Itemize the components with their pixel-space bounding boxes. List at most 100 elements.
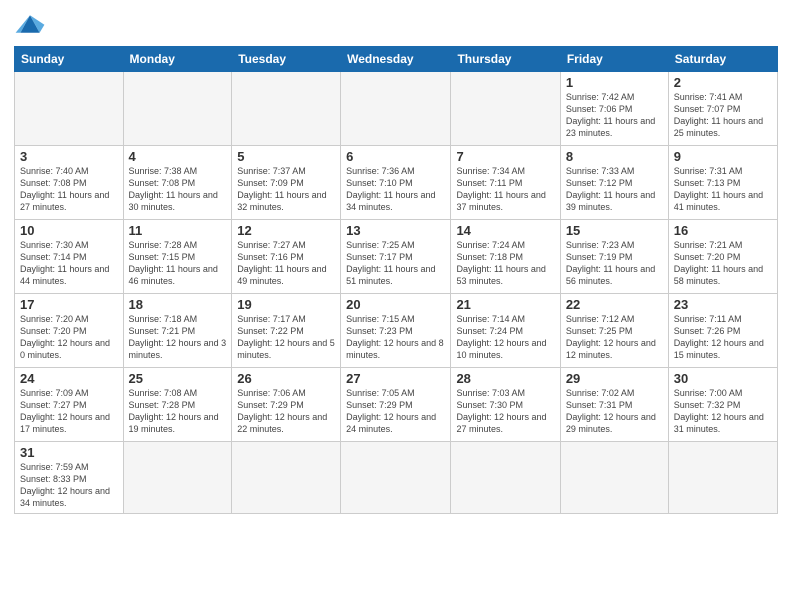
calendar-row-4: 24Sunrise: 7:09 AM Sunset: 7:27 PM Dayli…: [15, 368, 778, 442]
day-info: Sunrise: 7:31 AM Sunset: 7:13 PM Dayligh…: [674, 165, 772, 214]
calendar-cell: [232, 442, 341, 514]
calendar-cell: 22Sunrise: 7:12 AM Sunset: 7:25 PM Dayli…: [560, 294, 668, 368]
day-info: Sunrise: 7:34 AM Sunset: 7:11 PM Dayligh…: [456, 165, 554, 214]
day-number: 14: [456, 223, 554, 238]
header: [14, 10, 778, 38]
day-number: 22: [566, 297, 663, 312]
day-number: 6: [346, 149, 445, 164]
day-number: 9: [674, 149, 772, 164]
day-number: 8: [566, 149, 663, 164]
calendar-cell: 14Sunrise: 7:24 AM Sunset: 7:18 PM Dayli…: [451, 220, 560, 294]
calendar-cell: 1Sunrise: 7:42 AM Sunset: 7:06 PM Daylig…: [560, 72, 668, 146]
day-info: Sunrise: 7:14 AM Sunset: 7:24 PM Dayligh…: [456, 313, 554, 362]
calendar-cell: 17Sunrise: 7:20 AM Sunset: 7:20 PM Dayli…: [15, 294, 124, 368]
calendar-cell: 5Sunrise: 7:37 AM Sunset: 7:09 PM Daylig…: [232, 146, 341, 220]
day-number: 3: [20, 149, 118, 164]
day-number: 21: [456, 297, 554, 312]
day-info: Sunrise: 7:24 AM Sunset: 7:18 PM Dayligh…: [456, 239, 554, 288]
weekday-header-row: SundayMondayTuesdayWednesdayThursdayFrid…: [15, 47, 778, 72]
calendar-cell: 4Sunrise: 7:38 AM Sunset: 7:08 PM Daylig…: [123, 146, 232, 220]
calendar-cell: 18Sunrise: 7:18 AM Sunset: 7:21 PM Dayli…: [123, 294, 232, 368]
calendar-cell: 7Sunrise: 7:34 AM Sunset: 7:11 PM Daylig…: [451, 146, 560, 220]
day-info: Sunrise: 7:27 AM Sunset: 7:16 PM Dayligh…: [237, 239, 335, 288]
calendar-cell: [451, 72, 560, 146]
weekday-header-tuesday: Tuesday: [232, 47, 341, 72]
day-number: 1: [566, 75, 663, 90]
logo-icon: [14, 10, 46, 38]
day-number: 12: [237, 223, 335, 238]
day-info: Sunrise: 7:37 AM Sunset: 7:09 PM Dayligh…: [237, 165, 335, 214]
calendar-cell: 9Sunrise: 7:31 AM Sunset: 7:13 PM Daylig…: [668, 146, 777, 220]
day-info: Sunrise: 7:20 AM Sunset: 7:20 PM Dayligh…: [20, 313, 118, 362]
day-info: Sunrise: 7:40 AM Sunset: 7:08 PM Dayligh…: [20, 165, 118, 214]
calendar-table: SundayMondayTuesdayWednesdayThursdayFrid…: [14, 46, 778, 514]
calendar-cell: 23Sunrise: 7:11 AM Sunset: 7:26 PM Dayli…: [668, 294, 777, 368]
calendar-cell: [123, 72, 232, 146]
day-number: 29: [566, 371, 663, 386]
calendar-cell: 3Sunrise: 7:40 AM Sunset: 7:08 PM Daylig…: [15, 146, 124, 220]
calendar-row-5: 31Sunrise: 7:59 AM Sunset: 8:33 PM Dayli…: [15, 442, 778, 514]
day-number: 11: [129, 223, 227, 238]
day-info: Sunrise: 7:05 AM Sunset: 7:29 PM Dayligh…: [346, 387, 445, 436]
calendar-cell: [123, 442, 232, 514]
calendar-cell: [341, 72, 451, 146]
day-info: Sunrise: 7:59 AM Sunset: 8:33 PM Dayligh…: [20, 461, 118, 510]
calendar-cell: [341, 442, 451, 514]
weekday-header-wednesday: Wednesday: [341, 47, 451, 72]
day-info: Sunrise: 7:03 AM Sunset: 7:30 PM Dayligh…: [456, 387, 554, 436]
day-number: 19: [237, 297, 335, 312]
day-number: 24: [20, 371, 118, 386]
day-info: Sunrise: 7:36 AM Sunset: 7:10 PM Dayligh…: [346, 165, 445, 214]
calendar-cell: [668, 442, 777, 514]
calendar-row-2: 10Sunrise: 7:30 AM Sunset: 7:14 PM Dayli…: [15, 220, 778, 294]
calendar-cell: 11Sunrise: 7:28 AM Sunset: 7:15 PM Dayli…: [123, 220, 232, 294]
calendar-cell: 19Sunrise: 7:17 AM Sunset: 7:22 PM Dayli…: [232, 294, 341, 368]
calendar-cell: 24Sunrise: 7:09 AM Sunset: 7:27 PM Dayli…: [15, 368, 124, 442]
weekday-header-sunday: Sunday: [15, 47, 124, 72]
calendar-row-3: 17Sunrise: 7:20 AM Sunset: 7:20 PM Dayli…: [15, 294, 778, 368]
calendar-cell: 21Sunrise: 7:14 AM Sunset: 7:24 PM Dayli…: [451, 294, 560, 368]
calendar-cell: [232, 72, 341, 146]
calendar-cell: [560, 442, 668, 514]
calendar-cell: 13Sunrise: 7:25 AM Sunset: 7:17 PM Dayli…: [341, 220, 451, 294]
day-info: Sunrise: 7:33 AM Sunset: 7:12 PM Dayligh…: [566, 165, 663, 214]
day-number: 25: [129, 371, 227, 386]
day-number: 7: [456, 149, 554, 164]
day-number: 17: [20, 297, 118, 312]
day-number: 28: [456, 371, 554, 386]
calendar-cell: 2Sunrise: 7:41 AM Sunset: 7:07 PM Daylig…: [668, 72, 777, 146]
day-info: Sunrise: 7:00 AM Sunset: 7:32 PM Dayligh…: [674, 387, 772, 436]
day-info: Sunrise: 7:28 AM Sunset: 7:15 PM Dayligh…: [129, 239, 227, 288]
weekday-header-friday: Friday: [560, 47, 668, 72]
day-info: Sunrise: 7:09 AM Sunset: 7:27 PM Dayligh…: [20, 387, 118, 436]
day-number: 10: [20, 223, 118, 238]
day-info: Sunrise: 7:38 AM Sunset: 7:08 PM Dayligh…: [129, 165, 227, 214]
weekday-header-saturday: Saturday: [668, 47, 777, 72]
calendar-cell: 15Sunrise: 7:23 AM Sunset: 7:19 PM Dayli…: [560, 220, 668, 294]
calendar-cell: 6Sunrise: 7:36 AM Sunset: 7:10 PM Daylig…: [341, 146, 451, 220]
calendar-cell: 31Sunrise: 7:59 AM Sunset: 8:33 PM Dayli…: [15, 442, 124, 514]
day-info: Sunrise: 7:15 AM Sunset: 7:23 PM Dayligh…: [346, 313, 445, 362]
calendar-cell: [451, 442, 560, 514]
day-info: Sunrise: 7:30 AM Sunset: 7:14 PM Dayligh…: [20, 239, 118, 288]
calendar-cell: 27Sunrise: 7:05 AM Sunset: 7:29 PM Dayli…: [341, 368, 451, 442]
day-info: Sunrise: 7:12 AM Sunset: 7:25 PM Dayligh…: [566, 313, 663, 362]
day-number: 20: [346, 297, 445, 312]
day-number: 27: [346, 371, 445, 386]
day-number: 31: [20, 445, 118, 460]
calendar-cell: 25Sunrise: 7:08 AM Sunset: 7:28 PM Dayli…: [123, 368, 232, 442]
day-info: Sunrise: 7:23 AM Sunset: 7:19 PM Dayligh…: [566, 239, 663, 288]
day-number: 30: [674, 371, 772, 386]
calendar-cell: 8Sunrise: 7:33 AM Sunset: 7:12 PM Daylig…: [560, 146, 668, 220]
day-number: 18: [129, 297, 227, 312]
calendar-cell: 30Sunrise: 7:00 AM Sunset: 7:32 PM Dayli…: [668, 368, 777, 442]
day-info: Sunrise: 7:08 AM Sunset: 7:28 PM Dayligh…: [129, 387, 227, 436]
day-number: 13: [346, 223, 445, 238]
day-number: 2: [674, 75, 772, 90]
day-number: 5: [237, 149, 335, 164]
page: SundayMondayTuesdayWednesdayThursdayFrid…: [0, 0, 792, 612]
weekday-header-monday: Monday: [123, 47, 232, 72]
calendar-cell: 20Sunrise: 7:15 AM Sunset: 7:23 PM Dayli…: [341, 294, 451, 368]
calendar-cell: 12Sunrise: 7:27 AM Sunset: 7:16 PM Dayli…: [232, 220, 341, 294]
calendar-row-0: 1Sunrise: 7:42 AM Sunset: 7:06 PM Daylig…: [15, 72, 778, 146]
